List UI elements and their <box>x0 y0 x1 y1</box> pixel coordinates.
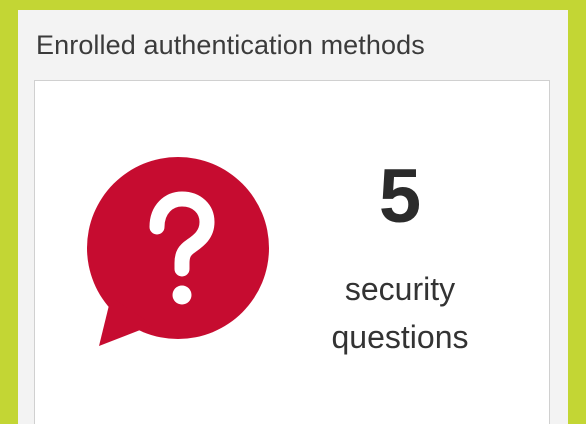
count-label-line-1: security <box>344 271 456 307</box>
security-questions-tile[interactable]: 5 security questions <box>34 80 550 424</box>
count-label: security questions <box>305 265 495 361</box>
enrolled-methods-panel: Enrolled authentication methods 5 securi… <box>18 10 568 424</box>
panel-title: Enrolled authentication methods <box>36 30 425 60</box>
question-speech-bubble-icon <box>87 157 269 346</box>
security-question-count: 5 <box>378 154 422 239</box>
count-label-line-2: questions <box>331 319 469 355</box>
